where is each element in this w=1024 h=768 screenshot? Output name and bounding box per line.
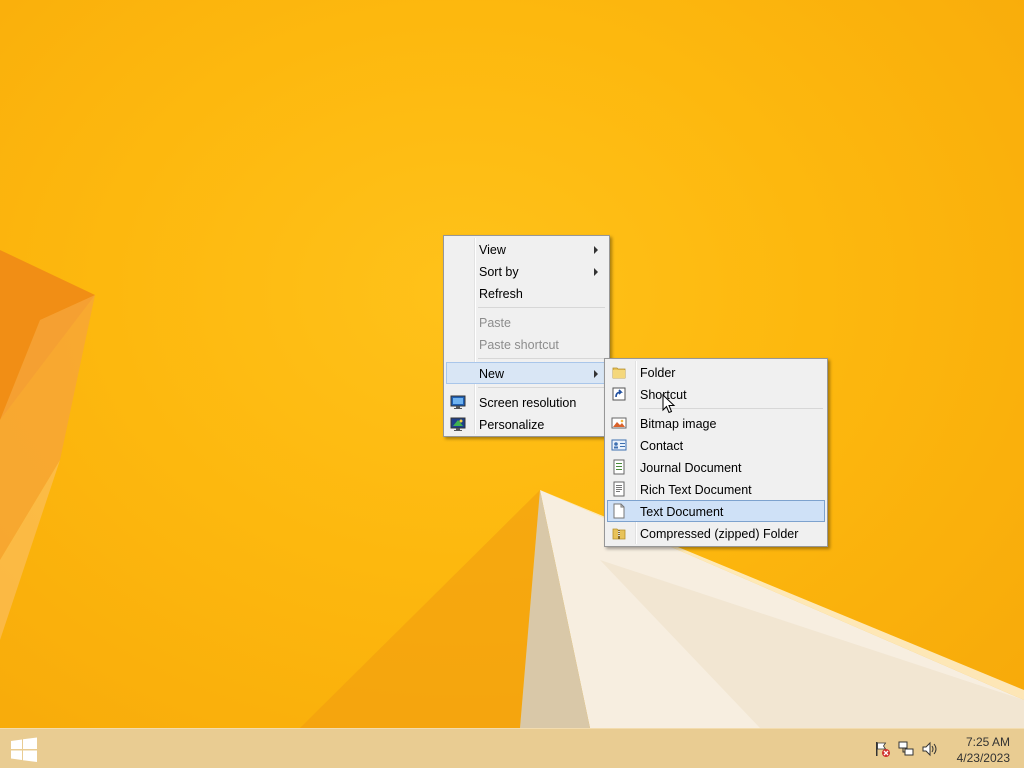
menu-item-label: View bbox=[479, 243, 506, 257]
menu-item-screen-resolution[interactable]: Screen resolution bbox=[446, 391, 607, 413]
submenu-item-contact[interactable]: Contact bbox=[607, 434, 825, 456]
submenu-item-zipped-folder[interactable]: Compressed (zipped) Folder bbox=[607, 522, 825, 544]
submenu-item-rich-text-document[interactable]: Rich Text Document bbox=[607, 478, 825, 500]
menu-item-refresh[interactable]: Refresh bbox=[446, 282, 607, 304]
menu-item-label: Sort by bbox=[479, 265, 519, 279]
menu-separator bbox=[478, 387, 605, 388]
menu-item-new[interactable]: New bbox=[446, 362, 607, 384]
submenu-item-journal-document[interactable]: Journal Document bbox=[607, 456, 825, 478]
menu-item-label: Screen resolution bbox=[479, 396, 577, 410]
volume-icon[interactable] bbox=[921, 740, 939, 758]
submenu-arrow-icon bbox=[594, 268, 598, 276]
zipped-folder-icon bbox=[612, 528, 626, 540]
menu-separator bbox=[478, 358, 605, 359]
submenu-item-label: Rich Text Document bbox=[640, 483, 752, 497]
menu-item-label: Paste shortcut bbox=[479, 338, 559, 352]
mouse-pointer-icon bbox=[662, 394, 676, 414]
menu-item-paste-shortcut[interactable]: Paste shortcut bbox=[446, 333, 607, 355]
text-document-icon bbox=[613, 503, 625, 519]
taskbar: 7:25 AM 4/23/2023 bbox=[0, 728, 1024, 768]
menu-item-personalize[interactable]: Personalize bbox=[446, 413, 607, 435]
contact-icon bbox=[611, 439, 627, 451]
menu-item-label: New bbox=[479, 367, 505, 381]
submenu-item-label: Bitmap image bbox=[640, 417, 717, 431]
desktop-context-menu: View Sort by Refresh Paste Paste shortcu… bbox=[443, 235, 610, 437]
submenu-item-bitmap-image[interactable]: Bitmap image bbox=[607, 412, 825, 434]
clock-date: 4/23/2023 bbox=[956, 751, 1010, 765]
network-icon[interactable] bbox=[897, 740, 915, 758]
submenu-arrow-icon bbox=[594, 370, 598, 378]
screen-resolution-icon bbox=[450, 395, 466, 409]
menu-item-label: Personalize bbox=[479, 418, 545, 432]
submenu-item-shortcut[interactable]: Shortcut bbox=[607, 383, 825, 405]
menu-item-paste[interactable]: Paste bbox=[446, 311, 607, 333]
shortcut-icon bbox=[612, 387, 626, 401]
clock[interactable]: 7:25 AM 4/23/2023 bbox=[957, 734, 1010, 766]
submenu-item-label: Journal Document bbox=[640, 461, 742, 475]
rich-text-document-icon bbox=[613, 481, 625, 497]
journal-document-icon bbox=[613, 459, 625, 475]
submenu-item-folder[interactable]: Folder bbox=[607, 361, 825, 383]
menu-item-view[interactable]: View bbox=[446, 238, 607, 260]
windows-logo-icon[interactable] bbox=[10, 737, 38, 763]
menu-separator bbox=[478, 307, 605, 308]
menu-item-label: Refresh bbox=[479, 287, 523, 301]
submenu-item-text-document[interactable]: Text Document bbox=[607, 500, 825, 522]
bitmap-image-icon bbox=[611, 417, 627, 429]
submenu-item-label: Compressed (zipped) Folder bbox=[640, 527, 799, 541]
folder-icon bbox=[612, 367, 626, 379]
new-submenu: Folder Shortcut Bitmap image Contact Jou… bbox=[604, 358, 828, 547]
menu-item-sort-by[interactable]: Sort by bbox=[446, 260, 607, 282]
submenu-item-label: Contact bbox=[640, 439, 684, 453]
action-center-flag-icon[interactable] bbox=[873, 740, 891, 758]
submenu-item-label: Folder bbox=[640, 366, 676, 380]
menu-item-label: Paste bbox=[479, 316, 511, 330]
submenu-item-label: Text Document bbox=[640, 505, 724, 519]
submenu-arrow-icon bbox=[594, 246, 598, 254]
personalize-icon bbox=[450, 417, 466, 431]
clock-time: 7:25 AM bbox=[965, 735, 1010, 749]
